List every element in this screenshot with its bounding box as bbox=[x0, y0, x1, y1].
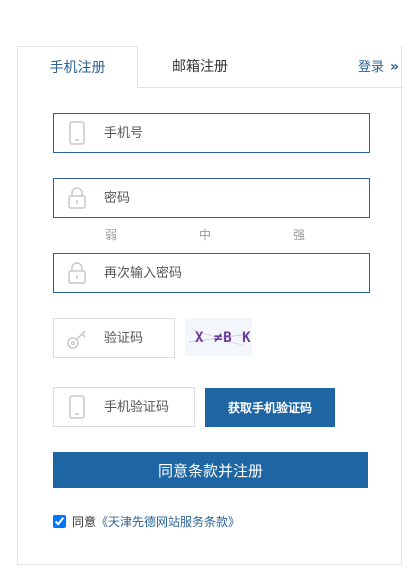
strength-strong: 强 bbox=[293, 228, 306, 242]
password-field[interactable] bbox=[53, 178, 370, 218]
password-input[interactable] bbox=[104, 179, 363, 217]
login-link-label: 登录 bbox=[357, 60, 384, 75]
phone-icon bbox=[69, 121, 85, 145]
phone-icon bbox=[69, 395, 85, 419]
terms-agreement: 同意 《天津先德网站服务条款》 bbox=[53, 513, 240, 530]
agree-label: 同意 bbox=[72, 515, 97, 529]
phone-field[interactable] bbox=[53, 113, 370, 153]
strength-weak: 弱 bbox=[105, 228, 118, 242]
captcha-input[interactable] bbox=[104, 319, 168, 357]
key-icon bbox=[67, 330, 86, 349]
lock-icon bbox=[68, 262, 86, 284]
tab-email-register[interactable]: 邮箱注册 bbox=[150, 46, 250, 88]
phone-input[interactable] bbox=[104, 114, 363, 152]
confirm-password-input[interactable] bbox=[104, 254, 363, 292]
captcha-text: X ≠B K bbox=[195, 330, 252, 346]
captcha-image[interactable]: X ≠B K bbox=[185, 318, 252, 356]
strength-medium: 中 bbox=[199, 228, 212, 242]
login-link[interactable]: 登录 » bbox=[358, 46, 399, 88]
lock-icon bbox=[68, 187, 86, 209]
sms-code-input[interactable] bbox=[104, 388, 188, 426]
captcha-field[interactable] bbox=[53, 318, 175, 358]
get-sms-code-button[interactable]: 获取手机验证码 bbox=[205, 388, 335, 427]
confirm-password-field[interactable] bbox=[53, 253, 370, 293]
tab-phone-register[interactable]: 手机注册 bbox=[17, 46, 138, 88]
sms-code-field[interactable] bbox=[53, 387, 195, 427]
agree-checkbox[interactable] bbox=[53, 515, 66, 528]
agree-and-register-button[interactable]: 同意条款并注册 bbox=[53, 452, 368, 488]
double-chevron-right-icon: » bbox=[389, 59, 399, 75]
terms-link[interactable]: 《天津先德网站服务条款》 bbox=[96, 513, 240, 530]
